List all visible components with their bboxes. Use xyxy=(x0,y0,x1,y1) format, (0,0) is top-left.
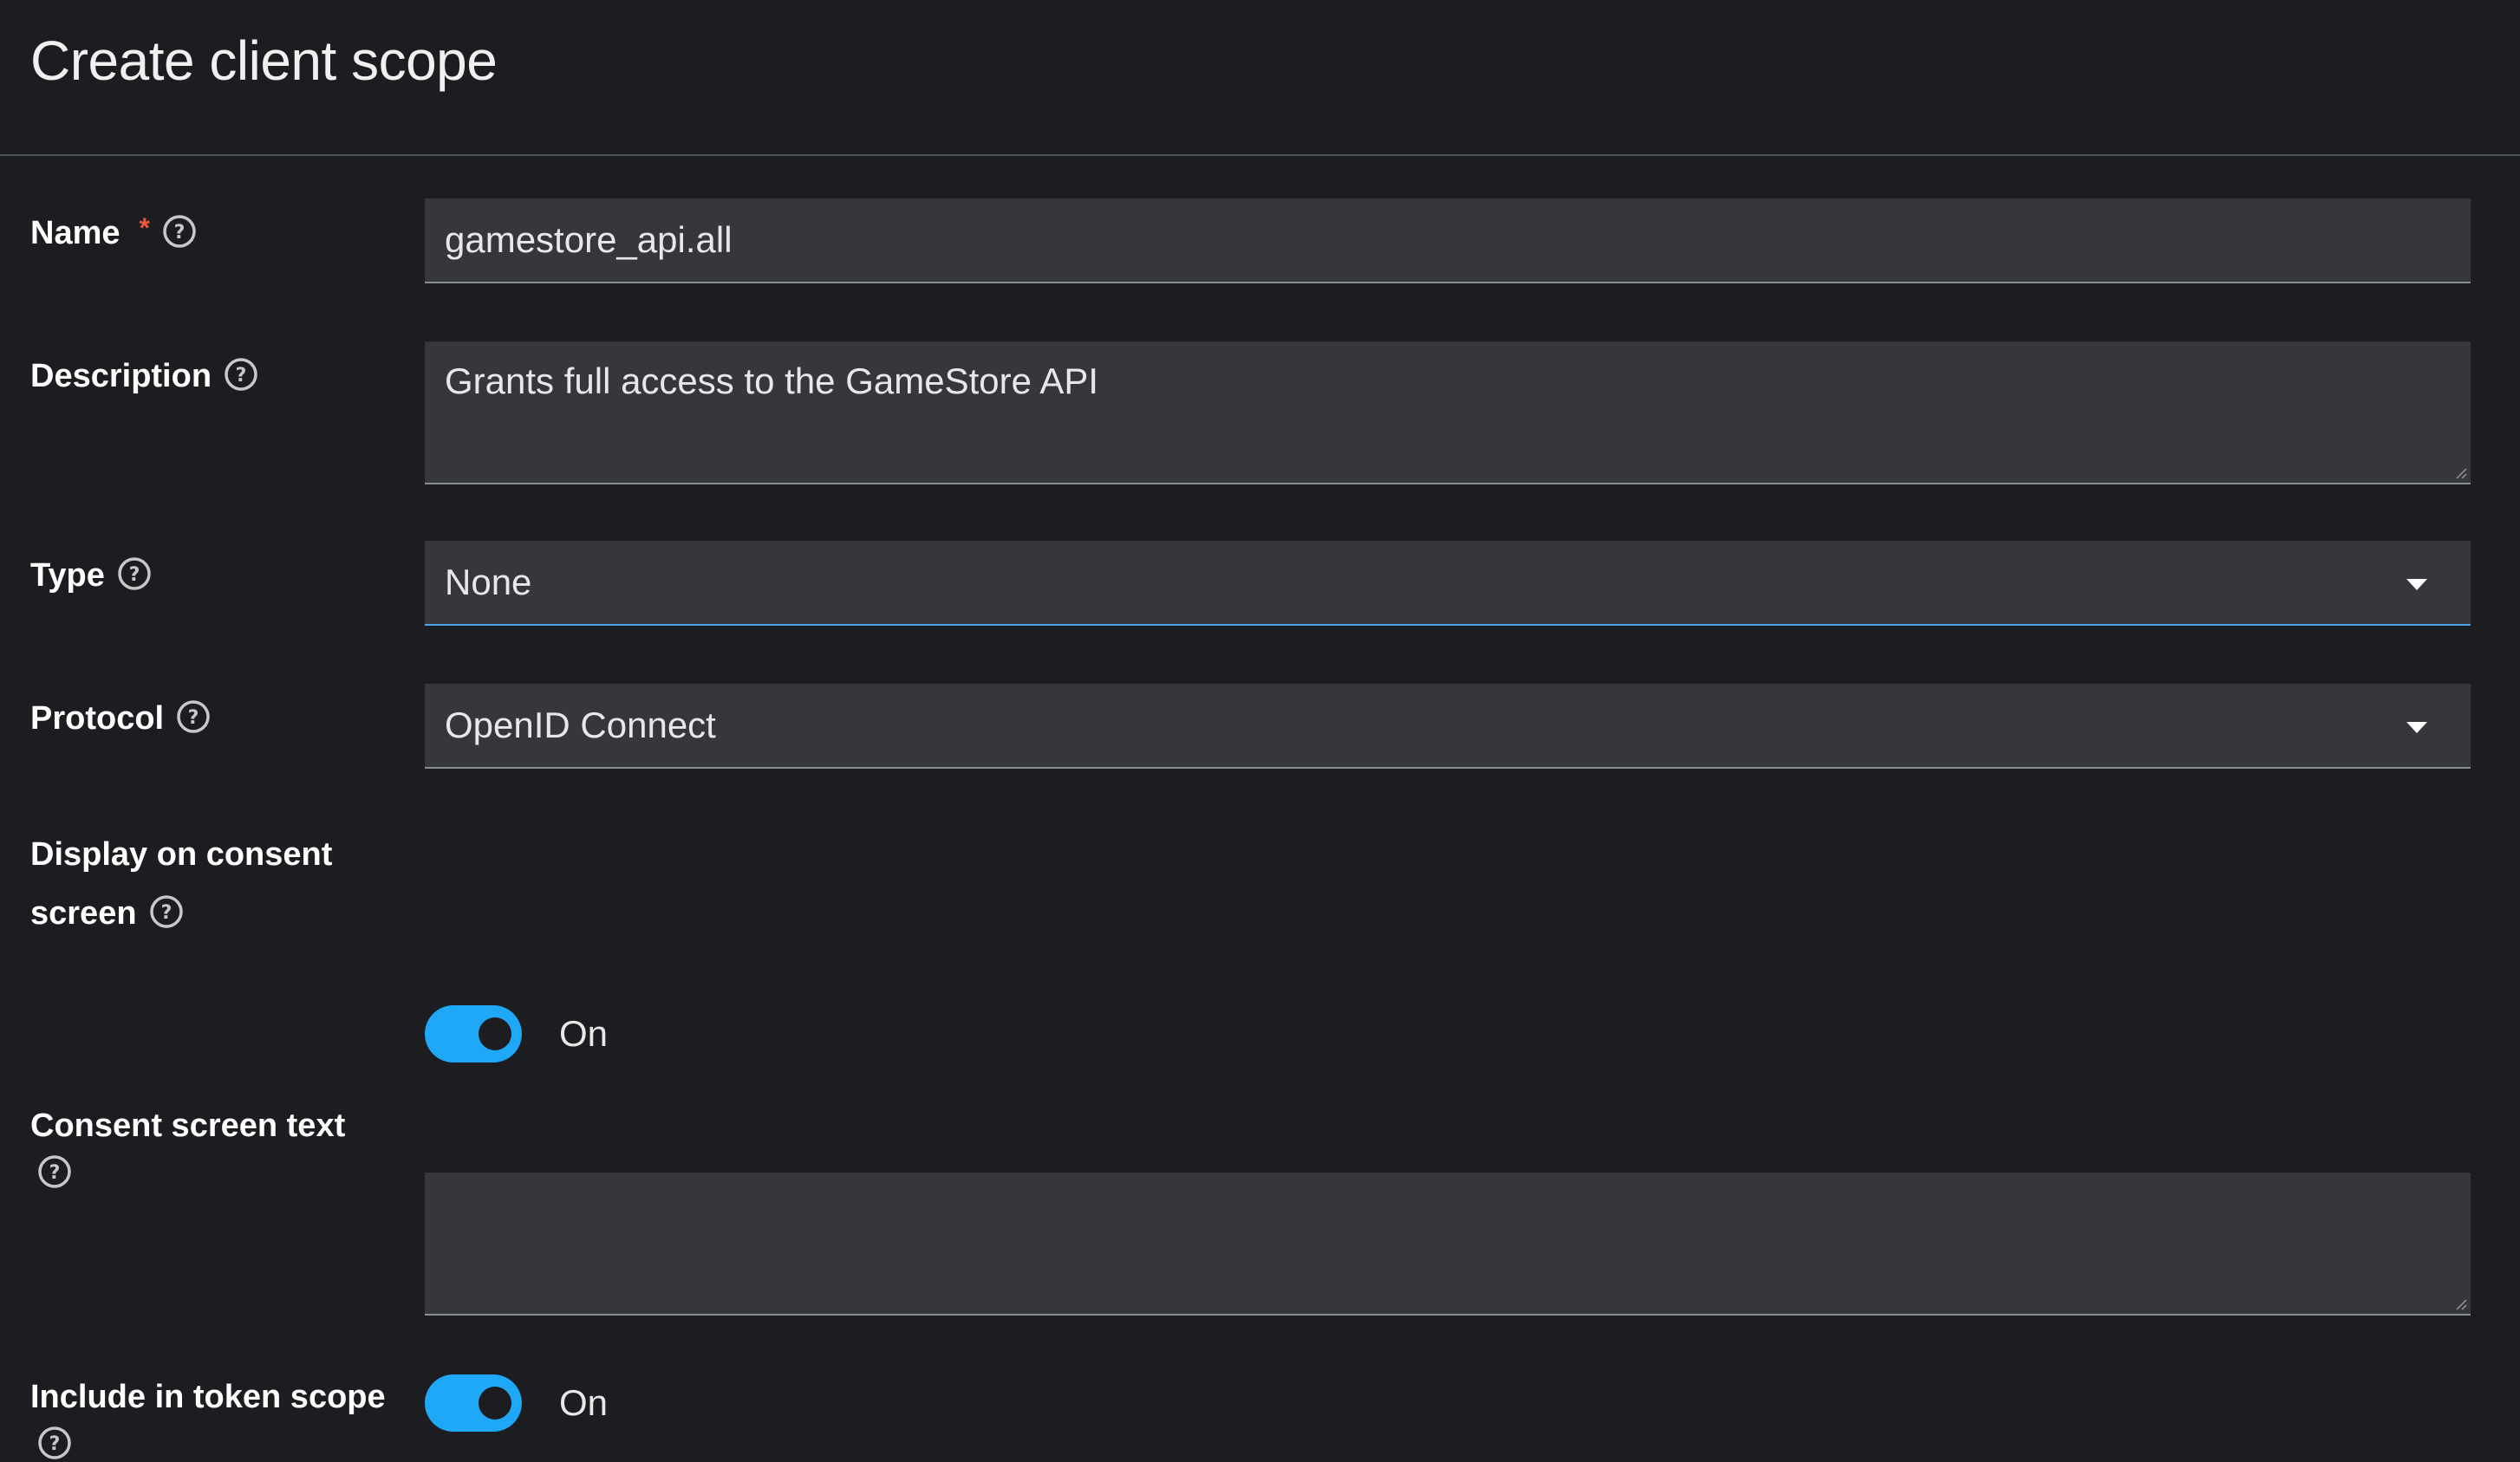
name-label: Name *? xyxy=(30,203,394,262)
help-icon[interactable]: ? xyxy=(117,556,152,591)
type-label: Type? xyxy=(30,545,394,604)
caret-down-icon xyxy=(2406,722,2427,733)
svg-text:?: ? xyxy=(236,365,247,387)
help-icon[interactable]: ? xyxy=(37,1426,72,1460)
svg-text:?: ? xyxy=(174,222,186,244)
consent-screen-text-textarea[interactable] xyxy=(425,1173,2471,1316)
caret-down-icon xyxy=(2406,579,2427,590)
svg-text:?: ? xyxy=(49,1162,61,1184)
type-label-text: Type xyxy=(30,556,105,594)
required-indicator: * xyxy=(139,212,150,244)
resize-grip-icon[interactable] xyxy=(2453,465,2467,479)
display-on-consent-toggle[interactable] xyxy=(425,1005,522,1062)
consent-screen-text-label-text: Consent screen text xyxy=(30,1108,346,1144)
svg-text:?: ? xyxy=(49,1433,61,1455)
help-icon[interactable]: ? xyxy=(37,1154,72,1189)
page-header: Create client scope xyxy=(0,0,2520,156)
type-selected-value: None xyxy=(445,562,532,602)
help-icon[interactable]: ? xyxy=(176,699,211,734)
name-label-text: Name xyxy=(30,214,120,251)
description-textarea[interactable]: Grants full access to the GameStore API xyxy=(425,341,2471,484)
page-title: Create client scope xyxy=(30,29,498,92)
display-on-consent-label: Display on consent screen? xyxy=(30,826,394,942)
include-in-token-scope-state: On xyxy=(559,1382,609,1423)
description-text: Grants full access to the GameStore API xyxy=(445,361,1099,401)
help-icon[interactable]: ? xyxy=(162,214,197,249)
include-in-token-scope-label-text: Include in token scope xyxy=(30,1379,386,1415)
svg-text:?: ? xyxy=(188,707,199,729)
resize-grip-icon[interactable] xyxy=(2453,1296,2467,1310)
consent-screen-text-label: Consent screen text ? xyxy=(30,1097,394,1191)
name-input[interactable]: gamestore_api.all xyxy=(425,198,2471,283)
protocol-select[interactable]: OpenID Connect xyxy=(425,684,2471,769)
include-in-token-scope-label: Include in token scope ? xyxy=(30,1368,394,1462)
display-on-consent-label-line1: Display on consent xyxy=(30,836,333,873)
help-icon[interactable]: ? xyxy=(224,357,258,392)
svg-text:?: ? xyxy=(160,902,172,924)
protocol-selected-value: OpenID Connect xyxy=(445,705,716,745)
svg-text:?: ? xyxy=(128,564,140,586)
display-on-consent-label-line2: screen xyxy=(30,894,137,932)
help-icon[interactable]: ? xyxy=(149,894,184,929)
type-select[interactable]: None xyxy=(425,541,2471,626)
include-in-token-scope-toggle[interactable] xyxy=(425,1374,522,1432)
protocol-label-text: Protocol xyxy=(30,699,165,737)
toggle-knob xyxy=(479,1387,511,1420)
toggle-knob xyxy=(479,1017,511,1050)
description-label: Description? xyxy=(30,346,394,405)
description-label-text: Description xyxy=(30,357,212,394)
display-on-consent-state: On xyxy=(559,1013,609,1054)
protocol-label: Protocol? xyxy=(30,688,394,747)
